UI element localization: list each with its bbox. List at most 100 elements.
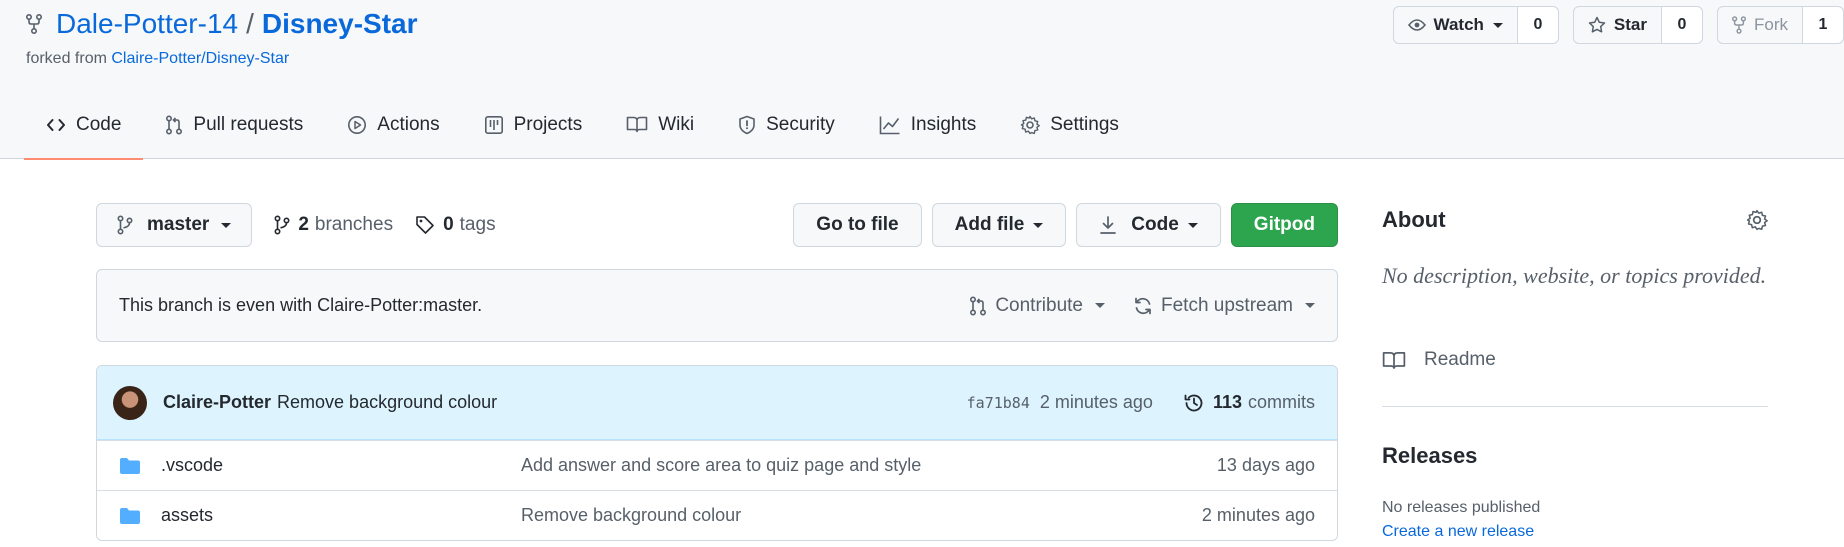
- watch-button-group: Watch 0: [1392, 6, 1559, 44]
- tab-label: Actions: [377, 114, 440, 135]
- repo-nav-tabs: Code Pull requests Actions Projects Wiki…: [24, 98, 1141, 160]
- tags-label: tags: [459, 214, 496, 235]
- tab-settings[interactable]: Settings: [998, 98, 1141, 159]
- download-icon: [1099, 215, 1131, 235]
- file-commit-age: 13 days ago: [1216, 455, 1315, 475]
- gear-icon[interactable]: [1746, 209, 1768, 231]
- fork-button[interactable]: Fork: [1718, 7, 1803, 43]
- forked-from-link[interactable]: Claire-Potter/Disney-Star: [111, 50, 289, 67]
- tab-code[interactable]: Code: [24, 98, 144, 160]
- file-name-link[interactable]: .vscode: [161, 455, 521, 476]
- add-file-button[interactable]: Add file: [931, 203, 1067, 247]
- repo-forked-icon: [26, 14, 42, 34]
- contribute-dropdown[interactable]: Contribute: [969, 295, 1105, 317]
- fetch-upstream-dropdown[interactable]: Fetch upstream: [1133, 295, 1315, 317]
- file-name-link[interactable]: assets: [161, 505, 521, 526]
- chevron-down-icon: [1492, 22, 1503, 28]
- chevron-down-icon: [1305, 303, 1315, 308]
- gear-icon: [1020, 114, 1050, 135]
- star-count[interactable]: 0: [1662, 7, 1702, 43]
- branch-name: master: [147, 214, 210, 235]
- forked-from: forked from Claire-Potter/Disney-Star: [26, 50, 289, 68]
- star-button-group: Star 0: [1572, 6, 1703, 44]
- branch-status-box: This branch is even with Claire-Potter:m…: [96, 269, 1338, 342]
- contribute-label: Contribute: [995, 294, 1083, 316]
- file-commit-message-link[interactable]: Remove background colour: [521, 505, 1202, 526]
- tab-label: Projects: [513, 114, 583, 135]
- folder-icon: [119, 457, 161, 475]
- watch-count[interactable]: 0: [1517, 7, 1558, 43]
- tab-label: Code: [76, 114, 122, 135]
- watch-button[interactable]: Watch: [1394, 7, 1518, 43]
- play-icon: [347, 114, 377, 135]
- commit-sha-link[interactable]: fa71b84: [967, 394, 1030, 412]
- commit-author-link[interactable]: Claire-Potter: [163, 392, 271, 413]
- pull-request-icon: [969, 295, 995, 316]
- tab-wiki[interactable]: Wiki: [604, 98, 716, 159]
- repo-forked-icon: [1732, 16, 1754, 34]
- go-to-file-button[interactable]: Go to file: [793, 203, 922, 247]
- latest-commit-row: Claire-Potter Remove background colour f…: [97, 366, 1337, 440]
- file-row: assets Remove background colour 2 minute…: [97, 490, 1337, 540]
- folder-icon: [119, 507, 161, 525]
- repo-path-separator: /: [246, 8, 254, 39]
- repo-title: Dale-Potter-14 / Disney-Star: [26, 8, 418, 40]
- repo-header: Dale-Potter-14 / Disney-Star forked from…: [0, 0, 1844, 160]
- tab-pull-requests[interactable]: Pull requests: [143, 98, 325, 159]
- tab-insights[interactable]: Insights: [857, 98, 998, 159]
- about-header: About: [1382, 207, 1768, 233]
- create-release-link[interactable]: Create a new release: [1382, 523, 1534, 541]
- fork-button-group: Fork 1: [1717, 6, 1844, 44]
- chevron-down-icon: [221, 222, 232, 228]
- tab-security[interactable]: Security: [716, 98, 857, 159]
- tab-label: Settings: [1050, 114, 1119, 135]
- fetch-upstream-label: Fetch upstream: [1161, 294, 1293, 316]
- tab-projects[interactable]: Projects: [462, 98, 605, 159]
- graph-icon: [879, 114, 911, 135]
- git-branch-icon: [117, 215, 147, 235]
- file-commit-age: 2 minutes ago: [1201, 505, 1315, 525]
- repo-actions: Watch 0 Star 0 Fork 1: [1379, 6, 1844, 44]
- chevron-down-icon: [1095, 303, 1105, 308]
- commits-count: 113: [1212, 392, 1242, 412]
- shield-icon: [738, 114, 766, 135]
- commit-message-link[interactable]: Remove background colour: [277, 392, 967, 413]
- code-button-label: Code: [1131, 214, 1179, 235]
- sidebar-divider: [1382, 406, 1768, 407]
- eye-icon: [1407, 18, 1434, 32]
- commits-label: commits: [1248, 392, 1315, 412]
- tags-link[interactable]: 0 tags: [415, 214, 496, 236]
- watch-label: Watch: [1433, 15, 1484, 34]
- code-icon: [46, 114, 76, 135]
- commit-time: 2 minutes ago: [1039, 392, 1153, 412]
- gitpod-button[interactable]: Gitpod: [1230, 203, 1338, 247]
- branch-select-button[interactable]: master: [96, 203, 253, 247]
- book-icon: [626, 114, 658, 133]
- forked-from-prefix: forked from: [26, 50, 107, 67]
- code-download-button[interactable]: Code: [1076, 203, 1221, 247]
- readme-link[interactable]: Readme: [1382, 349, 1496, 371]
- add-file-label: Add file: [954, 214, 1025, 235]
- no-releases-text: No releases published: [1382, 499, 1541, 516]
- file-commit-message-link[interactable]: Add answer and score area to quiz page a…: [521, 455, 1217, 476]
- avatar[interactable]: [113, 385, 147, 420]
- tab-label: Insights: [910, 114, 977, 135]
- star-icon: [1588, 16, 1614, 34]
- tab-actions[interactable]: Actions: [325, 98, 461, 159]
- repo-name-link[interactable]: Disney-Star: [262, 8, 418, 40]
- fork-count[interactable]: 1: [1803, 7, 1843, 43]
- table-icon: [484, 114, 514, 135]
- branches-count: 2: [298, 214, 309, 235]
- file-navigation: master 2 branches 0 tags Go to file Add …: [96, 203, 1338, 247]
- repo-owner-link[interactable]: Dale-Potter-14: [56, 8, 238, 40]
- commit-history-link[interactable]: 113 commits: [1183, 392, 1315, 414]
- chevron-down-icon: [1187, 222, 1198, 228]
- readme-label: Readme: [1424, 349, 1496, 370]
- releases-title[interactable]: Releases: [1382, 443, 1477, 469]
- branch-status-message: This branch is even with Claire-Potter:m…: [119, 295, 483, 315]
- pull-request-icon: [165, 114, 193, 135]
- star-button[interactable]: Star: [1574, 7, 1662, 43]
- branches-link[interactable]: 2 branches: [274, 214, 393, 236]
- fork-label: Fork: [1754, 15, 1788, 34]
- about-description: No description, website, or topics provi…: [1382, 263, 1767, 288]
